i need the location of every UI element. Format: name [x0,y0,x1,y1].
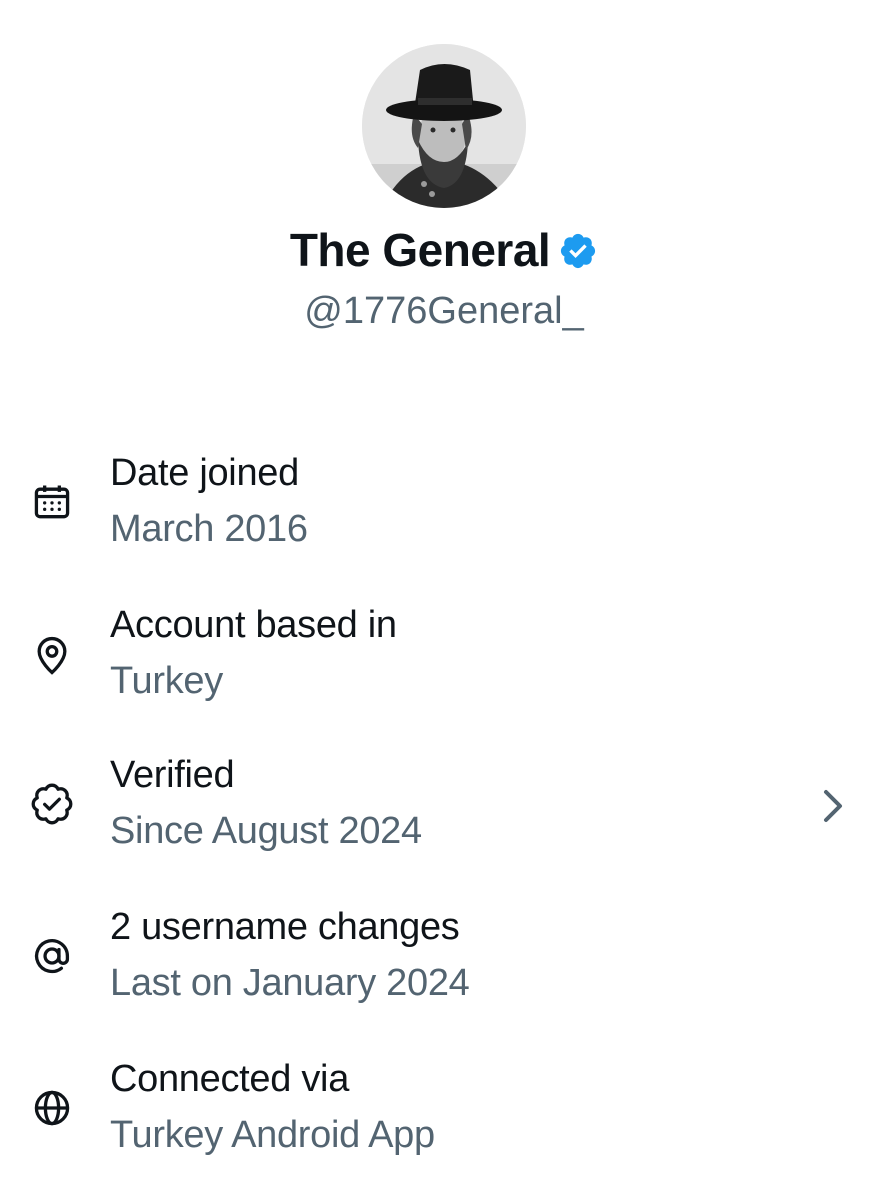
avatar[interactable] [362,44,526,208]
verified-outline-icon [30,782,74,826]
display-name: The General [289,224,551,276]
info-title-account-location: Account based in [110,604,397,646]
info-subtitle-account-location: Turkey [110,660,223,702]
globe-icon [30,1086,74,1130]
calendar-icon [30,480,74,524]
info-row-verified[interactable]: Verified Since August 2024 [0,750,888,870]
profile-handle: @1776General_ [304,290,584,332]
avatar-image [362,44,526,208]
info-subtitle-date-joined: March 2016 [110,508,308,550]
info-title-date-joined: Date joined [110,452,299,494]
verified-badge-icon[interactable] [558,231,598,271]
location-pin-icon [30,634,74,678]
info-row-connected-via: Connected via Turkey Android App [0,1054,888,1174]
account-info-page: The General @1776General_ Date joined Ma… [0,0,888,1200]
profile-name-row: The General [0,222,888,278]
info-row-account-location: Account based in Turkey [0,600,888,720]
at-sign-icon [30,934,74,978]
chevron-right-icon[interactable] [818,786,848,826]
info-subtitle-username-changes: Last on January 2024 [110,962,470,1004]
info-title-connected-via: Connected via [110,1058,350,1100]
info-row-username-changes: 2 username changes Last on January 2024 [0,902,888,1022]
info-title-username-changes: 2 username changes [110,906,460,948]
info-subtitle-connected-via: Turkey Android App [110,1114,435,1156]
info-row-date-joined: Date joined March 2016 [0,448,888,568]
info-subtitle-verified: Since August 2024 [110,810,422,852]
info-title-verified: Verified [110,754,235,796]
